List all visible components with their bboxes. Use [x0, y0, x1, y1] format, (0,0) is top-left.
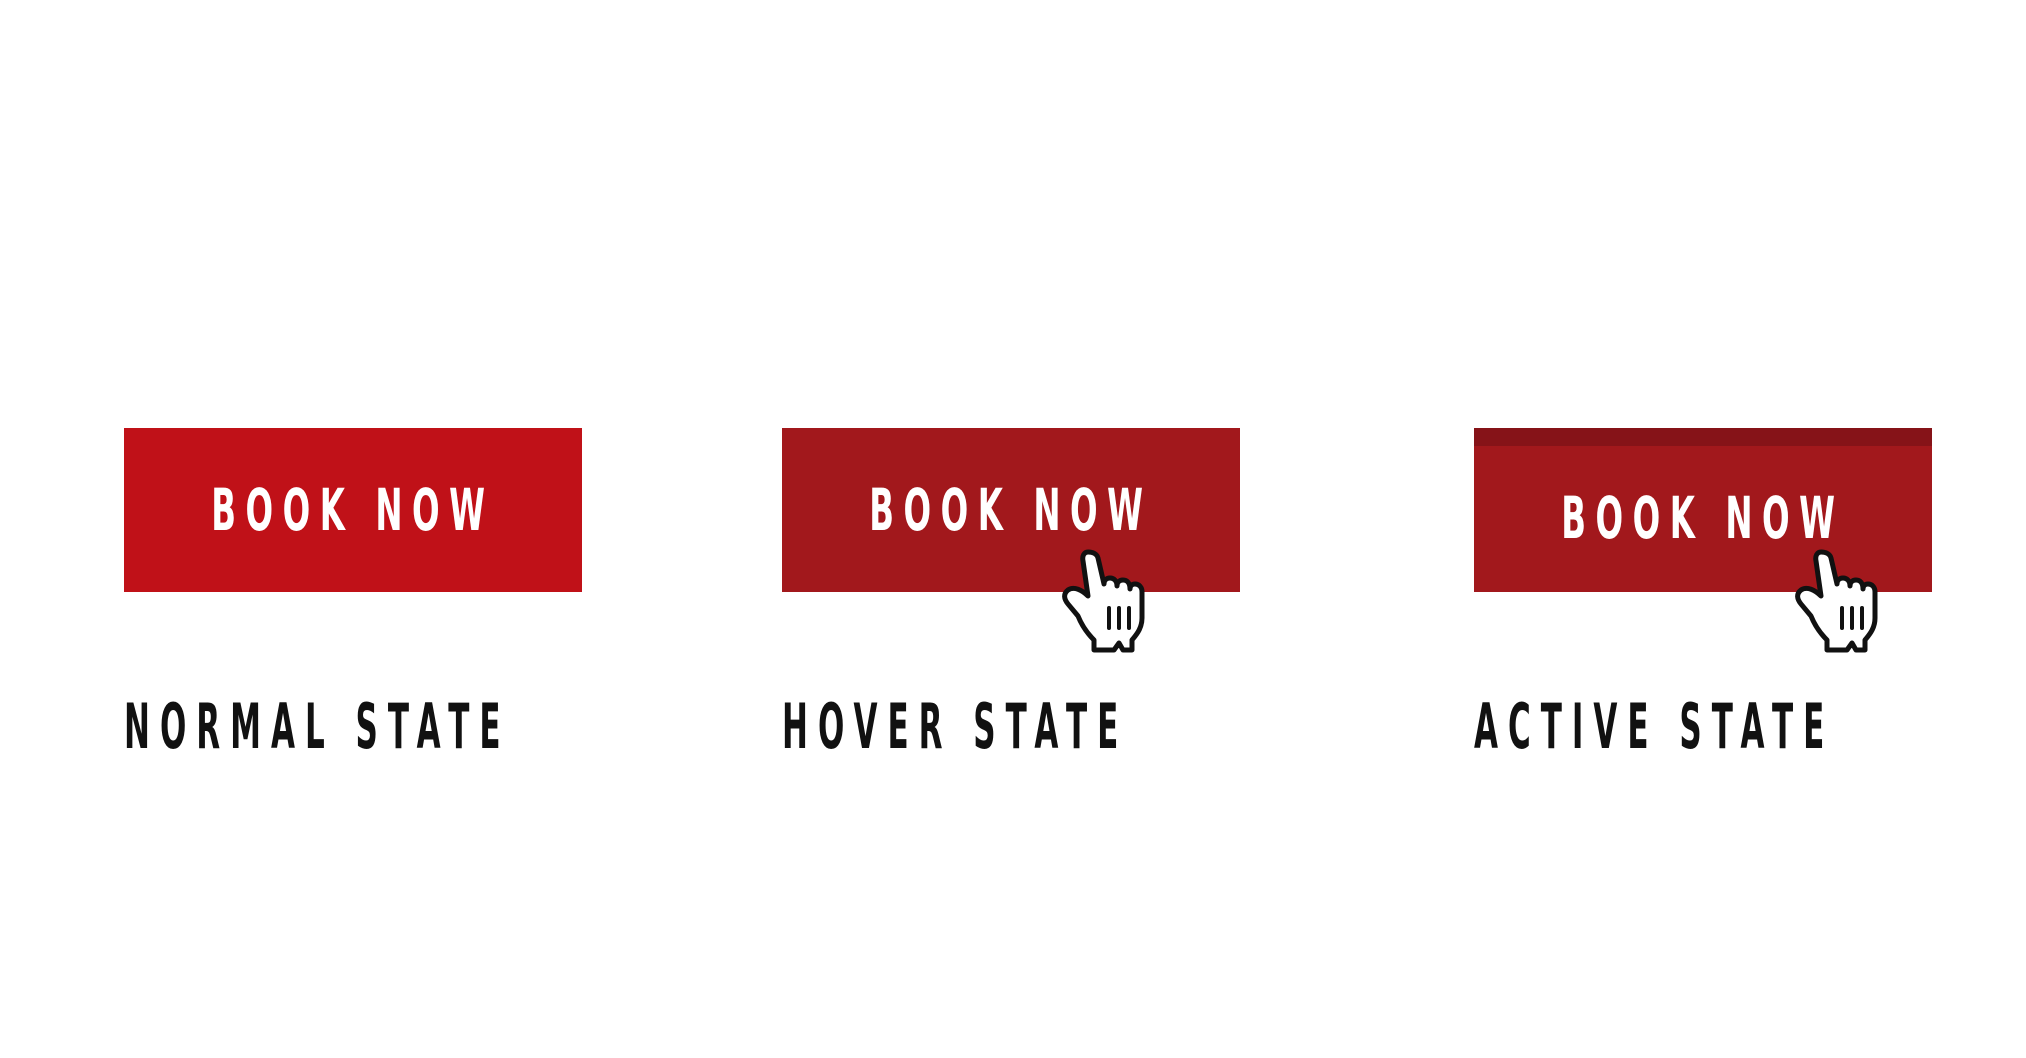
normal-state-column: BOOK NOW NORMAL STATE — [124, 428, 584, 768]
book-now-button-hover[interactable]: BOOK NOW — [782, 428, 1240, 592]
normal-state-label: NORMAL STATE — [124, 690, 511, 763]
pointer-hand-icon — [1062, 549, 1145, 653]
button-label: BOOK NOW — [869, 476, 1153, 544]
active-state-label: ACTIVE STATE — [1474, 690, 1835, 763]
button-label: BOOK NOW — [211, 476, 495, 544]
book-now-button-normal[interactable]: BOOK NOW — [124, 428, 582, 592]
hover-state-column: BOOK NOW HOVER STATE — [782, 428, 1242, 768]
active-state-column: BOOK NOW ACTIVE STATE — [1474, 428, 1934, 768]
hover-state-label: HOVER STATE — [782, 690, 1129, 763]
pointer-hand-icon — [1795, 549, 1878, 653]
button-label: BOOK NOW — [1561, 484, 1845, 552]
button-states-demo: BOOK NOW NORMAL STATE BOOK NOW HOVER STA… — [0, 0, 2026, 1058]
